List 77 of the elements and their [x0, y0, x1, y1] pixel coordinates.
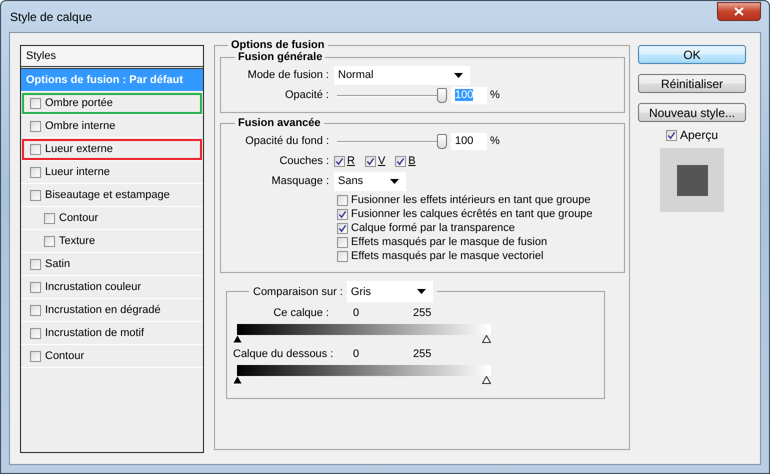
checkbox[interactable] [30, 144, 41, 154]
field-label: Comparaison sur : [253, 286, 344, 298]
checkbox[interactable] [337, 208, 348, 220]
checkbox[interactable] [30, 166, 41, 178]
checkbox-label: Effets masqués par le masque vectoriel [351, 250, 544, 262]
checkbox[interactable] [337, 194, 348, 206]
close-icon [734, 7, 744, 16]
checkbox[interactable] [30, 258, 41, 270]
field-label: Mode de fusion : [246, 69, 330, 81]
group-title: Fusion générale [237, 51, 324, 63]
dropdown[interactable]: Sans [334, 172, 406, 190]
checkbox[interactable] [30, 190, 41, 200]
range-handle[interactable] [233, 335, 242, 343]
dialog-button[interactable]: Réinitialiser [638, 74, 746, 93]
checkbox-label: B [408, 155, 416, 167]
field-label: Opacité : [284, 89, 330, 101]
group-title: Fusion avancée [237, 117, 322, 129]
range-handle[interactable] [233, 376, 242, 384]
checkbox[interactable] [30, 328, 41, 338]
sidebar-item[interactable]: Incrustation couleur [21, 276, 203, 299]
sidebar-item[interactable]: Ombre interne [21, 115, 203, 138]
checkbox-label: Calque formé par la transparence [351, 222, 515, 234]
checkbox[interactable] [30, 282, 41, 292]
checkbox[interactable] [337, 250, 348, 262]
dialog-button[interactable]: OK [638, 45, 746, 64]
field-label: Ce calque : [272, 307, 329, 319]
checkbox-label: Fusionner les calques écrêtés en tant que groupe [351, 208, 593, 220]
checkbox[interactable] [334, 156, 345, 166]
value-label: 0 [353, 348, 360, 360]
caret-icon [416, 289, 426, 294]
sidebar-item[interactable]: Contour [21, 345, 203, 368]
dialog-button[interactable]: Nouveau style... [638, 103, 746, 122]
unit-label: % [490, 89, 500, 101]
group-title: Options de fusion [230, 39, 326, 51]
unit-label: % [490, 135, 500, 147]
square-icon [676, 164, 708, 196]
checkbox[interactable] [30, 120, 41, 132]
checkbox[interactable] [337, 222, 348, 234]
slider-thumb[interactable] [437, 134, 447, 148]
sidebar-item[interactable]: Satin [21, 253, 203, 276]
sidebar-item[interactable]: Lueur interne [21, 161, 203, 184]
caret-icon [454, 72, 463, 78]
field-label: Masquage : [270, 175, 330, 187]
dropdown[interactable]: Gris [346, 281, 433, 302]
sidebar-item[interactable]: Lueur externe [21, 138, 203, 161]
value-label: 255 [413, 348, 432, 360]
checkbox[interactable] [30, 350, 41, 362]
checkbox-label: Effets masqués par le masque de fusion [351, 236, 548, 248]
caret-icon [390, 178, 399, 184]
sidebar-item[interactable]: Texture [21, 230, 203, 253]
field-label: Opacité du fond : [244, 135, 330, 147]
sidebar-item[interactable]: Biseautage et estampage [21, 184, 203, 207]
number-field[interactable]: 100 [451, 132, 487, 150]
sidebar-item[interactable]: Ombre portée [21, 92, 203, 115]
checkbox-label: R [347, 155, 355, 167]
close-button[interactable] [717, 2, 761, 21]
checkbox[interactable] [364, 156, 376, 166]
sidebar-item[interactable]: Incrustation de motif [21, 322, 203, 345]
checkbox[interactable] [395, 156, 406, 166]
checkbox[interactable] [337, 236, 348, 248]
window-title: Style de calque [9, 10, 92, 24]
checkbox-label: V [378, 155, 386, 167]
checkbox-label: Fusionner les effets intérieurs en tant que groupe [351, 194, 591, 206]
field-label: Couches : [278, 155, 330, 167]
sidebar-item[interactable]: Contour [21, 207, 203, 230]
checkbox[interactable] [44, 236, 55, 246]
checkbox[interactable] [30, 304, 41, 316]
value-label: 255 [413, 307, 432, 319]
dropdown[interactable]: Normal [334, 66, 470, 84]
checkbox-label: Aperçu [680, 128, 718, 142]
sidebar-item[interactable]: Incrustation en dégradé [21, 299, 203, 322]
checkbox[interactable] [666, 130, 677, 140]
list-header: Styles [21, 46, 203, 69]
slider-thumb[interactable] [437, 88, 447, 102]
checkbox[interactable] [30, 98, 41, 108]
value-label: 0 [353, 307, 360, 319]
checkbox[interactable] [44, 212, 55, 224]
